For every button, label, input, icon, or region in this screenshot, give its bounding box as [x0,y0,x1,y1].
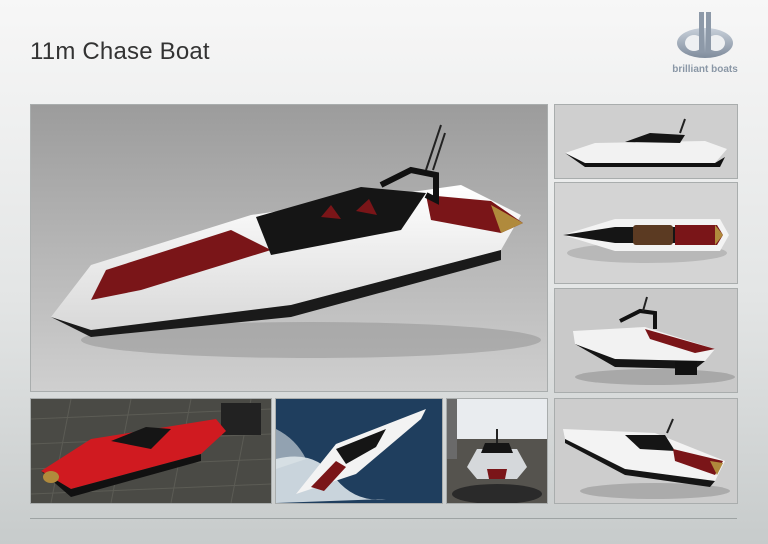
brand-name: brilliant boats [672,64,738,75]
boat-in-marina-rear-render [446,398,548,504]
bow-three-quarter-render [554,398,738,504]
brand-logo: brilliant boats [665,10,745,80]
main-render-three-quarter-view [30,104,548,392]
rear-three-quarter-render [554,288,738,393]
top-plan-render [554,182,738,284]
side-profile-render [554,104,738,179]
boat-at-sea-aerial-render [275,398,443,504]
bb-monogram-icon [677,12,733,58]
page-title: 11m Chase Boat [30,38,210,65]
red-boat-on-quay-render [30,398,272,504]
footer-divider [30,518,737,519]
